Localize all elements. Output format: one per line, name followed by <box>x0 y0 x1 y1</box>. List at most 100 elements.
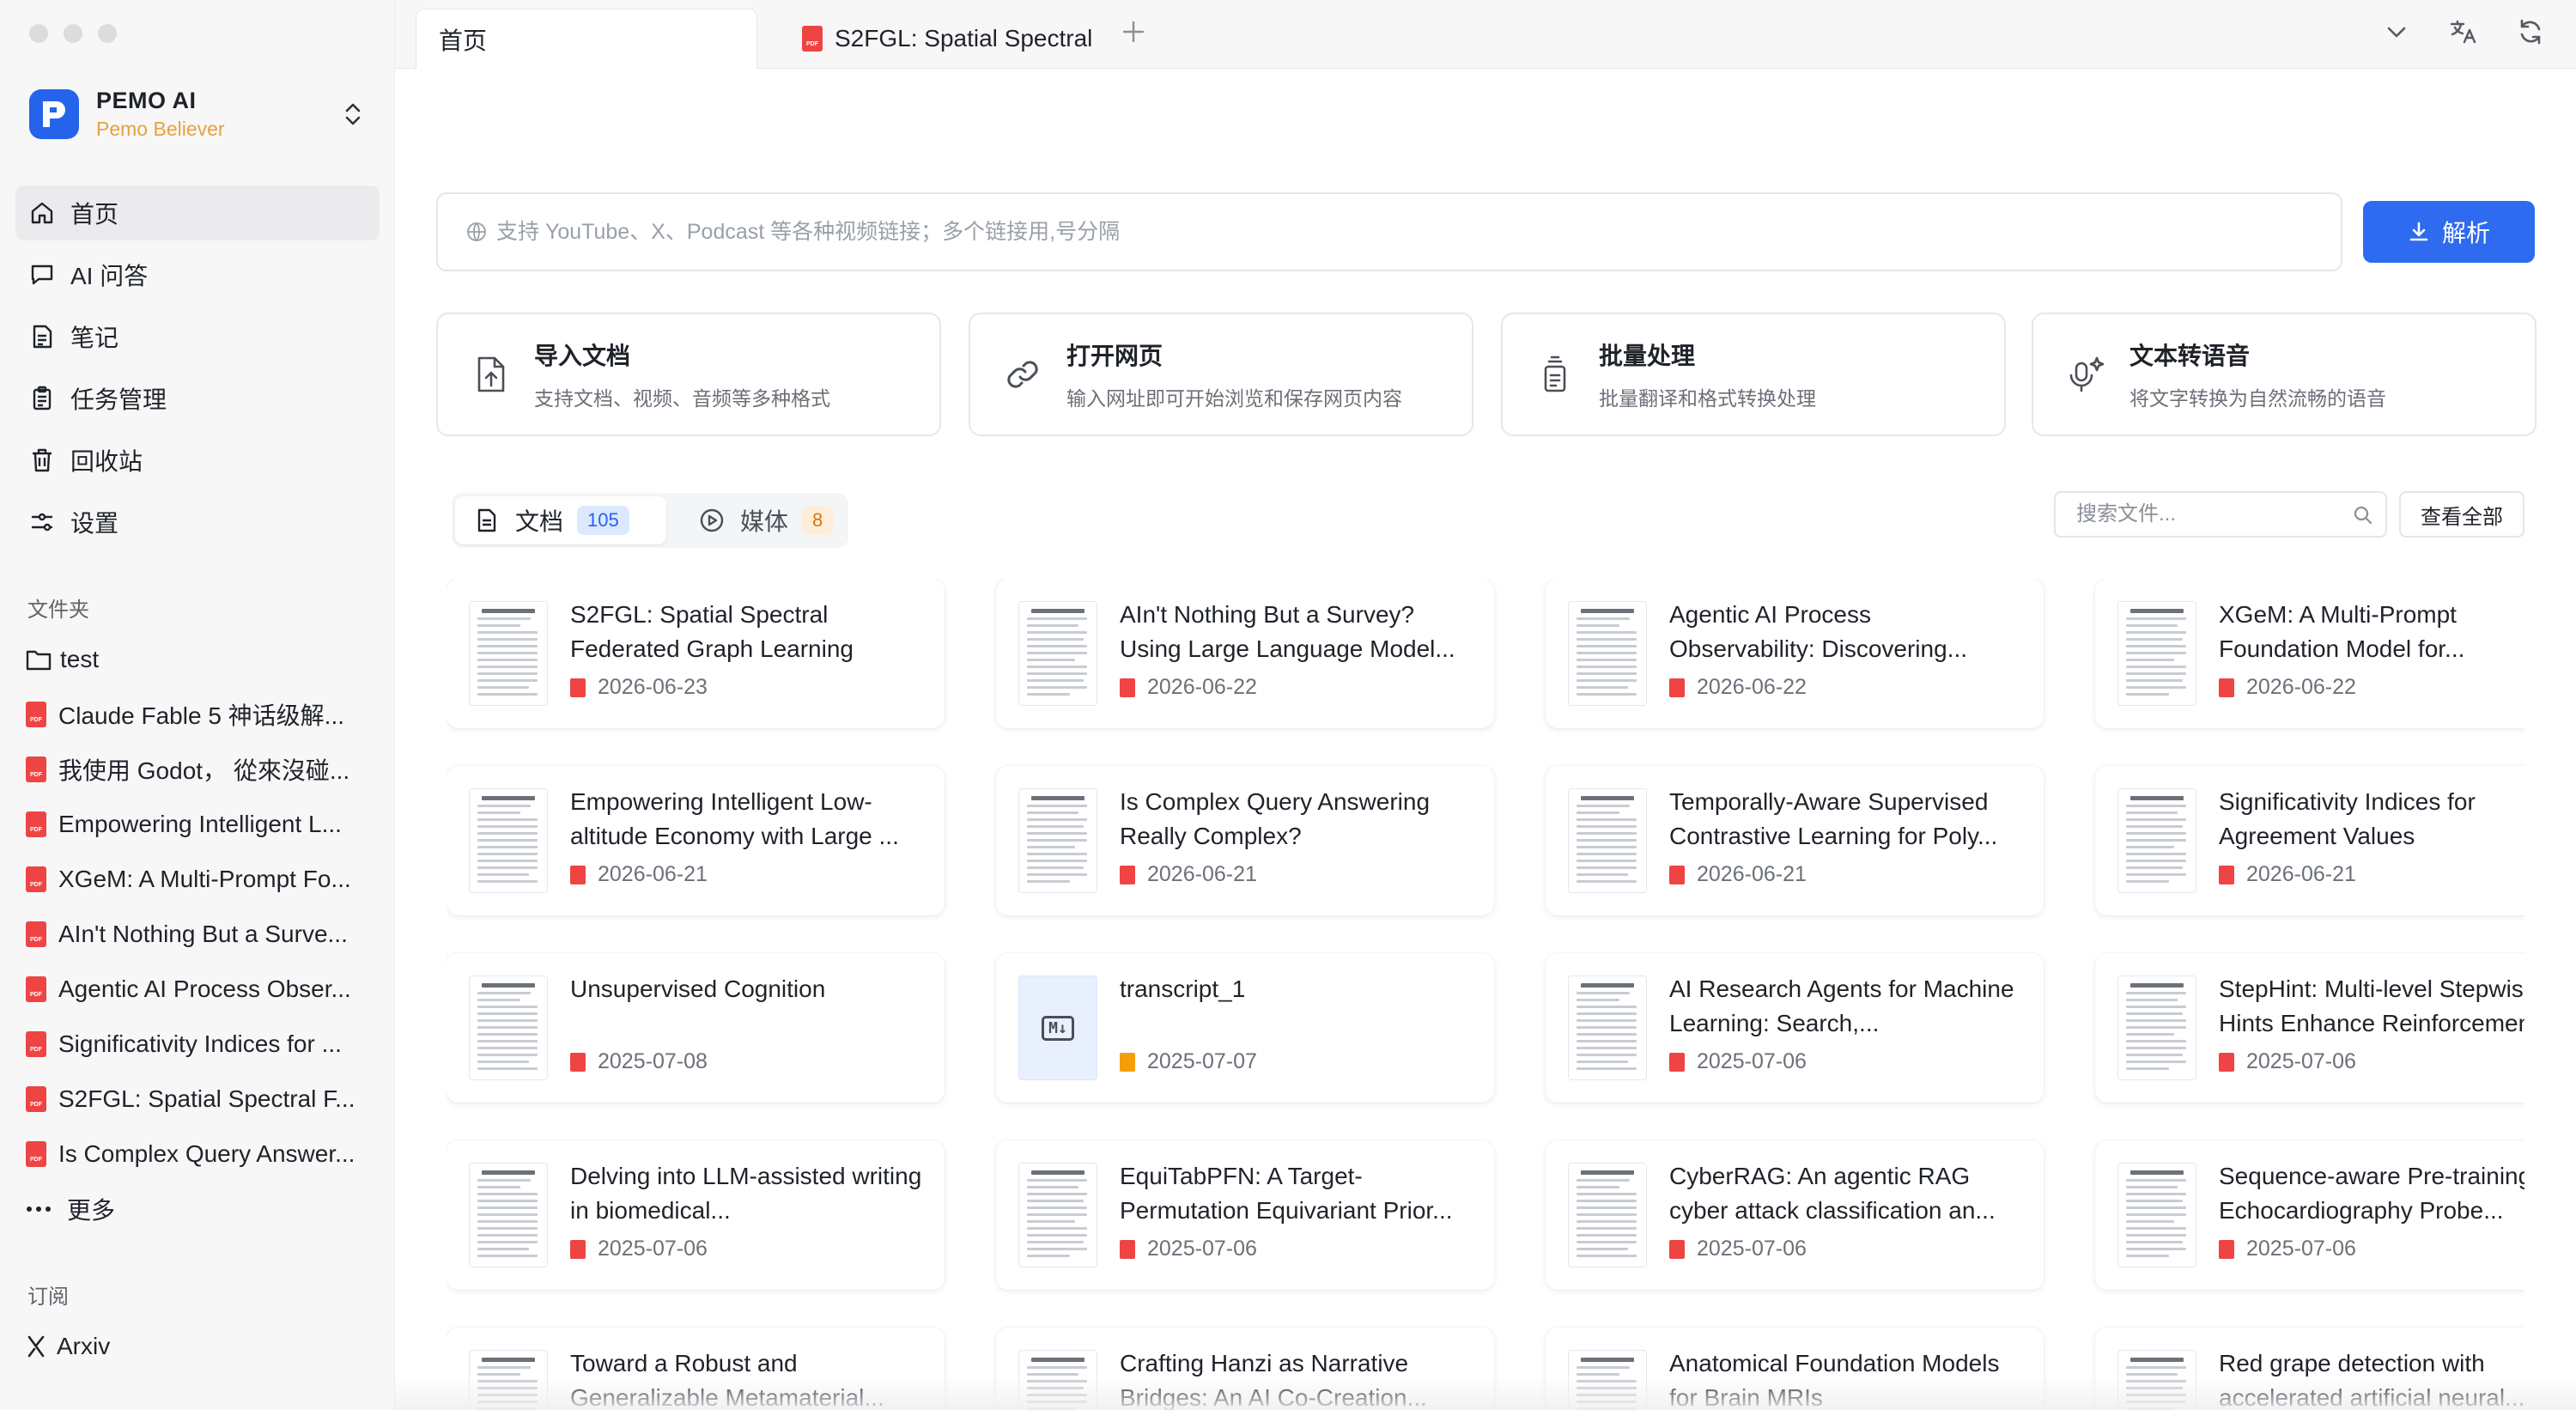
minimize-window-button[interactable] <box>64 24 82 43</box>
refresh-icon[interactable] <box>2516 17 2545 46</box>
nav-item-trash[interactable]: 回收站 <box>15 433 380 488</box>
file-date: 2026-06-21 <box>570 862 708 887</box>
thumbnail-text-line <box>477 1387 538 1389</box>
thumbnail-text-line <box>477 652 538 654</box>
workspace-switcher[interactable]: PEMO AI Pemo Believer <box>29 86 369 143</box>
thumbnail-text-line <box>1027 631 1087 634</box>
file-card[interactable]: M↓ transcript_1 2025-07-07 <box>996 953 1494 1103</box>
file-card[interactable]: EquiTabPFN: A Target-Permutation Equivar… <box>996 1140 1494 1290</box>
action-card-description: 将文字转换为自然流畅的语音 <box>2129 387 2386 410</box>
action-card-text-to-speech[interactable]: 文本转语音 将文字转换为自然流畅的语音 <box>2032 313 2537 436</box>
translate-icon[interactable] <box>2449 17 2478 46</box>
file-date-text: 2026-06-22 <box>1697 675 1807 699</box>
nav-item-ai-qa[interactable]: AI 问答 <box>15 247 380 302</box>
folder-item[interactable]: test <box>26 632 378 687</box>
action-card-title: 文本转语音 <box>2129 343 2251 369</box>
file-card[interactable]: S2FGL: Spatial Spectral Federated Graph … <box>447 579 945 728</box>
thumbnail-text-line <box>2126 1200 2183 1202</box>
file-card[interactable]: Sequence-aware Pre-training for Echocard… <box>2095 1140 2524 1290</box>
folder-item[interactable]: AIn't Nothing But a Surve... <box>26 907 378 962</box>
thumbnail-text-line <box>2126 624 2178 627</box>
thumbnail-text-line <box>477 866 538 869</box>
folder-item[interactable]: Claude Fable 5 神话级解... <box>26 687 378 742</box>
file-card[interactable]: Delving into LLM-assisted writing in bio… <box>447 1140 945 1290</box>
more-label: 更多 <box>67 1197 116 1224</box>
document-thumbnail <box>1568 975 1647 1080</box>
more-folders-button[interactable]: 更多 <box>26 1182 378 1237</box>
file-card[interactable]: AI Research Agents for Machine Learning:… <box>1546 953 2044 1103</box>
file-card[interactable]: Toward a Robust and Generalizable Metama… <box>447 1328 945 1410</box>
thumbnail-text-line <box>477 659 538 661</box>
folder-item[interactable]: Agentic AI Process Obser... <box>26 962 378 1017</box>
thumbnail-title-line <box>1581 609 1634 613</box>
file-title: Unsupervised Cognition <box>570 975 826 1002</box>
folder-item[interactable]: 我使用 Godot， 從來沒碰... <box>26 742 378 797</box>
file-date-text: 2025-07-06 <box>2246 1049 2356 1073</box>
nav-item-tasks[interactable]: 任务管理 <box>15 371 380 426</box>
thumbnail-text-line <box>1577 825 1637 828</box>
file-card[interactable]: StepHint: Multi-level Stepwise Hints Enh… <box>2095 953 2524 1103</box>
file-title: Crafting Hanzi as Narrative Bridges: An … <box>1120 1350 1427 1410</box>
folder-item[interactable]: Significativity Indices for ... <box>26 1017 378 1072</box>
file-date: 2026-06-21 <box>2219 862 2356 887</box>
file-date-text: 2025-07-07 <box>1147 1049 1257 1073</box>
file-card[interactable]: Is Complex Query Answering Really Comple… <box>996 766 1494 915</box>
thumbnail-text-line <box>1027 686 1087 689</box>
file-date: 2025-07-08 <box>570 1049 708 1074</box>
document-thumbnail <box>469 1163 548 1267</box>
sidebar: PEMO AI Pemo Believer 首页 AI 问答 笔记 任务管理 回… <box>0 0 395 1410</box>
file-card[interactable]: CyberRAG: An agentic RAG cyber attack cl… <box>1546 1140 2044 1290</box>
folder-item[interactable]: S2FGL: Spatial Spectral F... <box>26 1072 378 1127</box>
file-date: 2025-07-06 <box>1669 1049 1807 1074</box>
tab-documents[interactable]: 文档 105 <box>455 496 666 544</box>
thumbnail-title-line <box>482 609 535 613</box>
parse-button[interactable]: 解析 <box>2363 201 2535 263</box>
file-title: Temporally-Aware Supervised Contrastive … <box>1669 788 1998 849</box>
url-input[interactable] <box>496 219 2300 245</box>
view-all-button[interactable]: 查看全部 <box>2399 491 2524 538</box>
folder-item[interactable]: XGeM: A Multi-Prompt Fo... <box>26 852 378 907</box>
file-card[interactable]: XGeM: A Multi-Prompt Foundation Model fo… <box>2095 579 2524 728</box>
thumbnail-text-line <box>1577 846 1637 848</box>
subscription-item-arxiv[interactable]: Arxiv <box>26 1319 378 1374</box>
new-tab-button[interactable] <box>1121 15 1145 52</box>
file-card[interactable]: Agentic AI Process Observability: Discov… <box>1546 579 2044 728</box>
thumbnail-text-line <box>477 679 538 682</box>
file-card[interactable]: AIn't Nothing But a Survey? Using Large … <box>996 579 1494 728</box>
tab-home[interactable]: 首页 <box>416 9 757 69</box>
thumbnail-text-line <box>1027 832 1087 835</box>
file-title: AI Research Agents for Machine Learning:… <box>1669 975 2014 1036</box>
thumbnail-text-line <box>1577 992 1630 994</box>
nav-item-settings[interactable]: 设置 <box>15 495 380 550</box>
thumbnail-text-line <box>1027 672 1087 675</box>
nav-item-home[interactable]: 首页 <box>15 185 380 240</box>
file-card[interactable]: Empowering Intelligent Low-altitude Econ… <box>447 766 945 915</box>
thumbnail-title-line <box>1581 1358 1634 1362</box>
close-window-button[interactable] <box>29 24 48 43</box>
thumbnail-text-line <box>1027 1366 1087 1369</box>
action-card-batch-processing[interactable]: 批量处理 批量翻译和格式转换处理 <box>1501 313 2006 436</box>
action-card-import-document[interactable]: 导入文档 支持文档、视频、音频等多种格式 <box>436 313 941 436</box>
note-icon <box>33 325 52 349</box>
file-card[interactable]: Crafting Hanzi as Narrative Bridges: An … <box>996 1328 1494 1410</box>
nav-item-notes[interactable]: 笔记 <box>15 309 380 364</box>
maximize-window-button[interactable] <box>98 24 117 43</box>
action-card-open-webpage[interactable]: 打开网页 输入网址即可开始浏览和保存网页内容 <box>969 313 1473 436</box>
thumbnail-text-line <box>477 1220 538 1223</box>
file-card[interactable]: Unsupervised Cognition 2025-07-08 <box>447 953 945 1103</box>
file-card[interactable]: Anatomical Foundation Models for Brain M… <box>1546 1328 2044 1410</box>
brand-subtitle: Pemo Believer <box>96 118 225 140</box>
thumbnail-text-line <box>1577 805 1630 807</box>
file-search-input[interactable] <box>2076 502 2334 526</box>
file-card[interactable]: Red grape detection with accelerated art… <box>2095 1328 2524 1410</box>
folder-item[interactable]: Empowering Intelligent L... <box>26 797 378 852</box>
file-card[interactable]: Significativity Indices for Agreement Va… <box>2095 766 2524 915</box>
chevron-down-icon[interactable] <box>2382 17 2411 46</box>
document-thumbnail <box>1018 788 1097 893</box>
sliders-icon <box>31 513 53 532</box>
thumbnail-text-line <box>477 1380 538 1383</box>
thumbnail-text-line <box>1577 1373 1619 1376</box>
tab-media[interactable]: 媒体 8 <box>680 496 845 544</box>
folder-item[interactable]: Is Complex Query Answer... <box>26 1127 378 1182</box>
file-card[interactable]: Temporally-Aware Supervised Contrastive … <box>1546 766 2044 915</box>
